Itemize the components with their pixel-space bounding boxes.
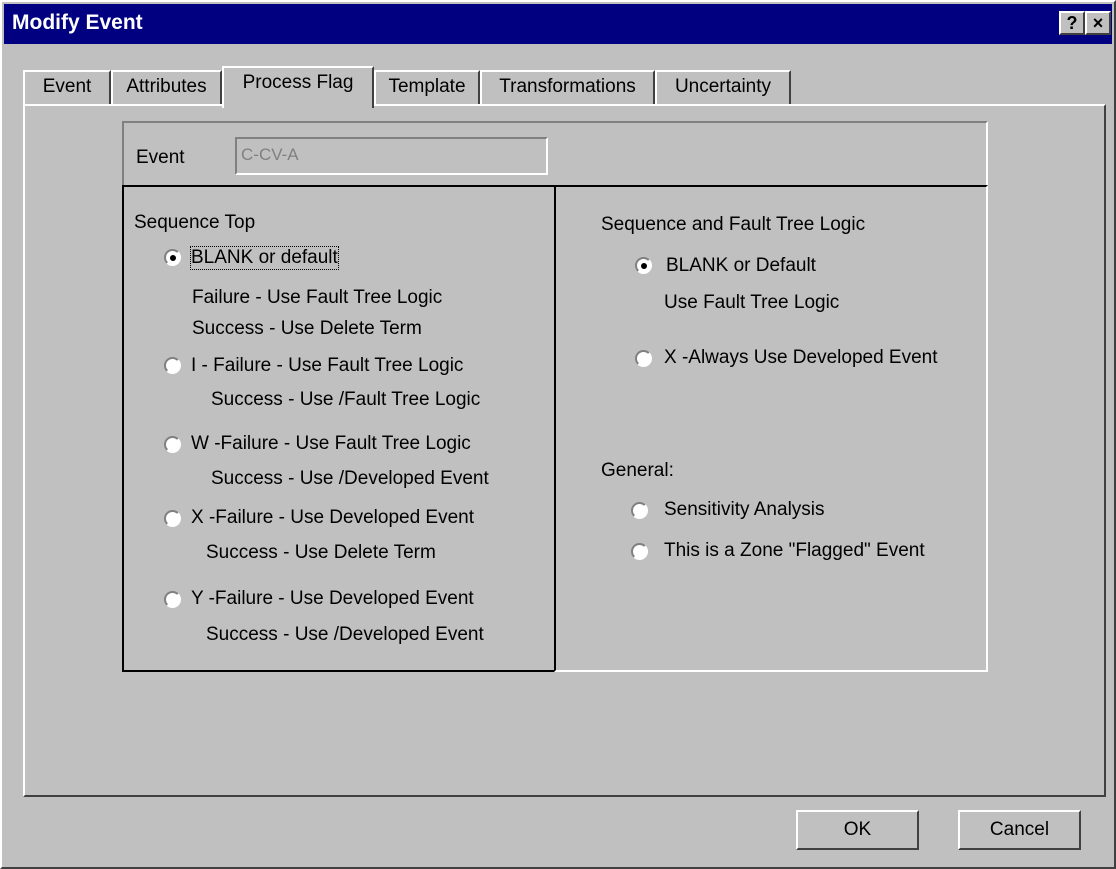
seq-w-line2: Success - Use /Developed Event [211, 468, 489, 489]
sensitivity-label[interactable]: Sensitivity Analysis [664, 499, 825, 521]
radio-zone-flagged[interactable] [631, 543, 648, 560]
cancel-button[interactable]: Cancel [958, 810, 1081, 850]
window-title: Modify Event [12, 11, 143, 34]
zone-flagged-label[interactable]: This is a Zone "Flagged" Event [664, 540, 925, 562]
tab-transformations[interactable]: Transformations [480, 70, 655, 104]
seq-y-line2: Success - Use /Developed Event [206, 624, 484, 645]
seq-i-label[interactable]: I - Failure - Use Fault Tree Logic [191, 355, 463, 377]
radio-logic-blank[interactable] [635, 257, 652, 274]
tab-uncertainty[interactable]: Uncertainty [655, 70, 791, 104]
tab-attributes[interactable]: Attributes [111, 70, 222, 104]
event-field: C-CV-A [235, 137, 548, 175]
title-bar[interactable]: Modify Event ? × [4, 4, 1112, 44]
logic-blank-label[interactable]: BLANK or Default [666, 255, 816, 277]
radio-seq-w[interactable] [164, 436, 181, 453]
radio-seq-i[interactable] [164, 357, 181, 374]
seq-x-line2: Success - Use Delete Term [206, 542, 436, 563]
seq-y-label[interactable]: Y -Failure - Use Developed Event [191, 588, 474, 610]
seq-w-label[interactable]: W -Failure - Use Fault Tree Logic [191, 433, 471, 455]
close-button[interactable]: × [1085, 11, 1111, 35]
seq-i-line2: Success - Use /Fault Tree Logic [211, 389, 481, 410]
help-button[interactable]: ? [1059, 11, 1085, 35]
radio-logic-x[interactable] [635, 350, 652, 367]
tab-process-flag[interactable]: Process Flag [222, 66, 374, 108]
radio-sensitivity[interactable] [631, 502, 648, 519]
logic-x-label[interactable]: X -Always Use Developed Event [664, 347, 938, 369]
seq-blank-line3: Success - Use Delete Term [192, 318, 422, 339]
seq-blank-label[interactable]: BLANK or default [190, 246, 339, 270]
ok-button[interactable]: OK [796, 810, 919, 850]
logic-heading: Sequence and Fault Tree Logic [601, 214, 866, 235]
tab-event[interactable]: Event [23, 70, 111, 104]
seq-blank-line2: Failure - Use Fault Tree Logic [192, 287, 443, 308]
event-label: Event [136, 147, 185, 168]
radio-dot-icon [641, 263, 647, 269]
radio-seq-x[interactable] [164, 510, 181, 527]
logic-blank-line2: Use Fault Tree Logic [664, 292, 840, 313]
seq-x-label[interactable]: X -Failure - Use Developed Event [191, 507, 474, 529]
tab-template[interactable]: Template [374, 70, 480, 104]
radio-seq-y[interactable] [164, 591, 181, 608]
sequence-top-heading: Sequence Top [134, 212, 256, 233]
radio-seq-blank[interactable] [164, 249, 181, 266]
radio-dot-icon [170, 255, 176, 261]
general-heading: General: [601, 460, 674, 481]
modify-event-dialog: Modify Event ? × Event Attributes Proces… [0, 0, 1116, 869]
